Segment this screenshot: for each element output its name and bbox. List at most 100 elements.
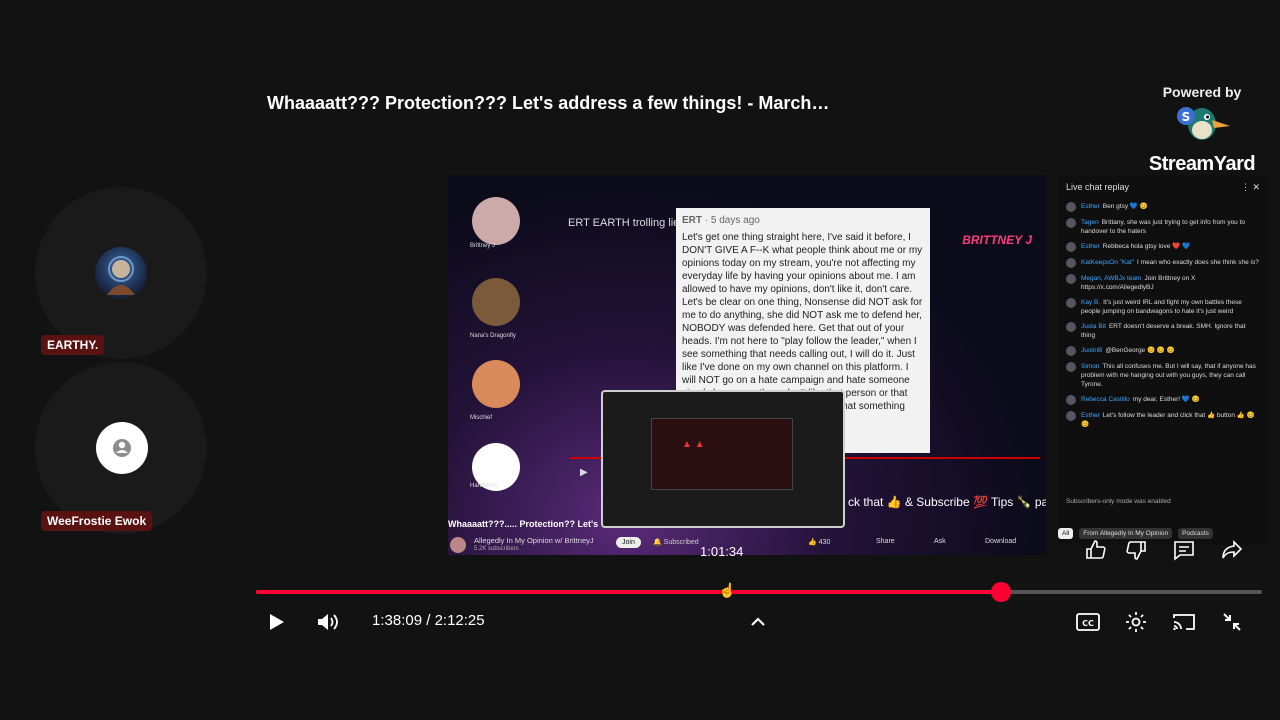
chat-header-label[interactable]: Live chat replay <box>1066 182 1129 192</box>
side-label: Mischief <box>470 415 493 421</box>
avatar <box>472 360 520 408</box>
stage-play-icon: ▶ <box>580 467 588 478</box>
chat-message-body: Megan, AWBJx team Join Brittney on X http… <box>1081 274 1260 292</box>
seek-bar-played <box>256 590 1002 594</box>
duration: 2:12:25 <box>434 612 485 629</box>
chat-author: Justa Bit <box>1081 323 1106 330</box>
ask-label: Ask <box>934 538 946 545</box>
chat-message-body: Rebecca Castillo my dear, Esther! 💙 😊 <box>1081 395 1200 405</box>
avatar <box>1066 274 1076 284</box>
chat-text: It's just weird IRL and fight my own bat… <box>1081 299 1242 315</box>
chat-message: Rebecca Castillo my dear, Esther! 💙 😊 <box>1058 392 1268 408</box>
live-chat-panel: Live chat replay ⋮ ✕ Esther Ben gtsy 💙 😊 T… <box>1058 175 1268 545</box>
chat-message: Kay B. It's just weird IRL and fight my o… <box>1058 295 1268 319</box>
chat-author: Simon <box>1081 363 1100 370</box>
chat-message: Esther Rebbeca hola gtsy love ❤️ 💙 <box>1058 239 1268 255</box>
chat-message-list: Esther Ben gtsy 💙 😊 Tagen Brittany, she was… <box>1058 199 1268 432</box>
time-display: 1:38:09 / 2:12:25 <box>372 612 485 629</box>
exit-fullscreen-button[interactable] <box>1216 606 1248 638</box>
chat-message-body: Simon This all confuses me. But I will sa… <box>1081 362 1260 389</box>
time-separator: / <box>426 612 431 629</box>
chat-message-body: Justa Bit ERT doesn't deserve a break. SM… <box>1081 322 1260 340</box>
avatar <box>1066 395 1076 405</box>
avatar <box>1066 322 1076 332</box>
avatar <box>1066 202 1076 212</box>
chat-message: Justa Bit ERT doesn't deserve a break. SM… <box>1058 319 1268 343</box>
user-placeholder-icon <box>113 439 131 457</box>
likes-value: 430 <box>818 539 831 546</box>
participant-tile-earthy[interactable] <box>35 187 207 359</box>
comment-author: ERT <box>682 215 702 226</box>
chat-message-body: Esther Let's follow the leader and click … <box>1081 411 1260 429</box>
streamyard-logo-icon: S <box>1177 107 1230 140</box>
chat-author: Esther <box>1081 243 1100 250</box>
avatar <box>472 197 520 245</box>
stage-side-avatars: Brittney J Nana's Dragonfly Mischief Har… <box>448 175 548 491</box>
cast-icon <box>1173 614 1195 631</box>
streamyard-wordmark: StreamYard <box>1148 153 1256 175</box>
seek-bar[interactable] <box>256 582 1262 602</box>
thumbs-down-icon[interactable] <box>1120 534 1152 566</box>
chat-message-body: KatKeepsOn "Kat" I mean who exactly does … <box>1081 258 1259 268</box>
seek-preview-thumbnail: ▲ ▲ <box>601 390 845 528</box>
subscribed-label: Subscribed <box>663 539 699 546</box>
chat-message: Esther Ben gtsy 💙 😊 <box>1058 199 1268 215</box>
chat-author: Kay B. <box>1081 299 1101 306</box>
side-label: HardMess <box>470 483 498 489</box>
channel-avatar <box>450 537 466 553</box>
svg-text:S: S <box>1182 110 1191 124</box>
comment-age: 5 days ago <box>710 215 760 226</box>
play-button[interactable] <box>260 606 292 638</box>
cast-button[interactable] <box>1168 606 1200 638</box>
download-label: Download <box>985 538 1017 545</box>
chat-author: Esther <box>1081 412 1100 419</box>
video-title: Whaaaatt??? Protection??? Let's address … <box>267 93 830 113</box>
current-time: 1:38:09 <box>372 612 423 629</box>
chat-message: Megan, AWBJx team Join Brittney on X http… <box>1058 271 1268 295</box>
chat-message: Simon This all confuses me. But I will sa… <box>1058 359 1268 392</box>
volume-button[interactable] <box>312 606 344 638</box>
chat-message-body: Tagen Brittany, she was just trying to ge… <box>1081 218 1260 236</box>
expand-button[interactable] <box>742 606 774 638</box>
powered-by-label: Powered by <box>1162 84 1242 100</box>
chat-author: JustinB <box>1081 347 1103 354</box>
settings-button[interactable] <box>1120 606 1152 638</box>
chevron-up-icon <box>751 617 765 626</box>
stage-video-title: Whaaaatt???..... Protection?? Let's <box>448 519 599 529</box>
chat-header: Live chat replay ⋮ ✕ <box>1058 175 1268 199</box>
avatar <box>1066 411 1076 421</box>
chat-menu-icon[interactable]: ⋮ ✕ <box>1241 182 1260 193</box>
avatar <box>472 278 520 326</box>
chat-author: Megan, AWBJx team <box>1081 275 1142 282</box>
captions-button[interactable]: CC <box>1072 606 1104 638</box>
avatar <box>1066 242 1076 252</box>
comment-icon[interactable] <box>1168 534 1200 566</box>
chat-text: Brittany, she was just trying to get inf… <box>1081 219 1246 235</box>
chip[interactable]: All <box>1058 528 1074 539</box>
streamyard-branding: Powered by S StreamYard <box>1142 84 1262 176</box>
avatar <box>1066 298 1076 308</box>
participant-name-tag: WeeFrostie Ewok <box>41 511 153 531</box>
subscribed-button: 🔔 Subscribed <box>653 539 699 546</box>
chat-message: JustinB @BenGeorge 😊 😊 😊 <box>1058 343 1268 359</box>
exit-fullscreen-icon <box>1223 613 1241 631</box>
like-count: 👍 430 <box>808 539 831 546</box>
chat-text: I mean who exactly does she think she is… <box>1137 259 1259 266</box>
chat-message: KatKeepsOn "Kat" I mean who exactly does … <box>1058 255 1268 271</box>
avatar <box>1066 346 1076 356</box>
avatar <box>96 422 148 474</box>
chat-message-body: JustinB @BenGeorge 😊 😊 😊 <box>1081 346 1175 356</box>
play-icon <box>270 614 284 630</box>
stage-info-row: Whaaaatt???..... Protection?? Let's Alle… <box>448 519 1046 557</box>
chat-message: Esther Let's follow the leader and click … <box>1058 408 1268 432</box>
chat-author: Rebecca Castillo <box>1081 396 1130 403</box>
share-icon[interactable] <box>1216 534 1248 566</box>
seek-bar-handle[interactable] <box>991 582 1012 602</box>
volume-icon <box>318 614 338 630</box>
join-button: Join <box>616 537 641 548</box>
participant-tile-weefrostie[interactable] <box>35 362 207 534</box>
chat-message-body: Esther Ben gtsy 💙 😊 <box>1081 202 1148 212</box>
stage-ticker: ck that 👍 & Subscribe 💯 Tips 🍾 pa <box>848 495 1046 509</box>
thumbs-up-icon[interactable] <box>1080 534 1112 566</box>
chat-author: Esther <box>1081 203 1100 210</box>
